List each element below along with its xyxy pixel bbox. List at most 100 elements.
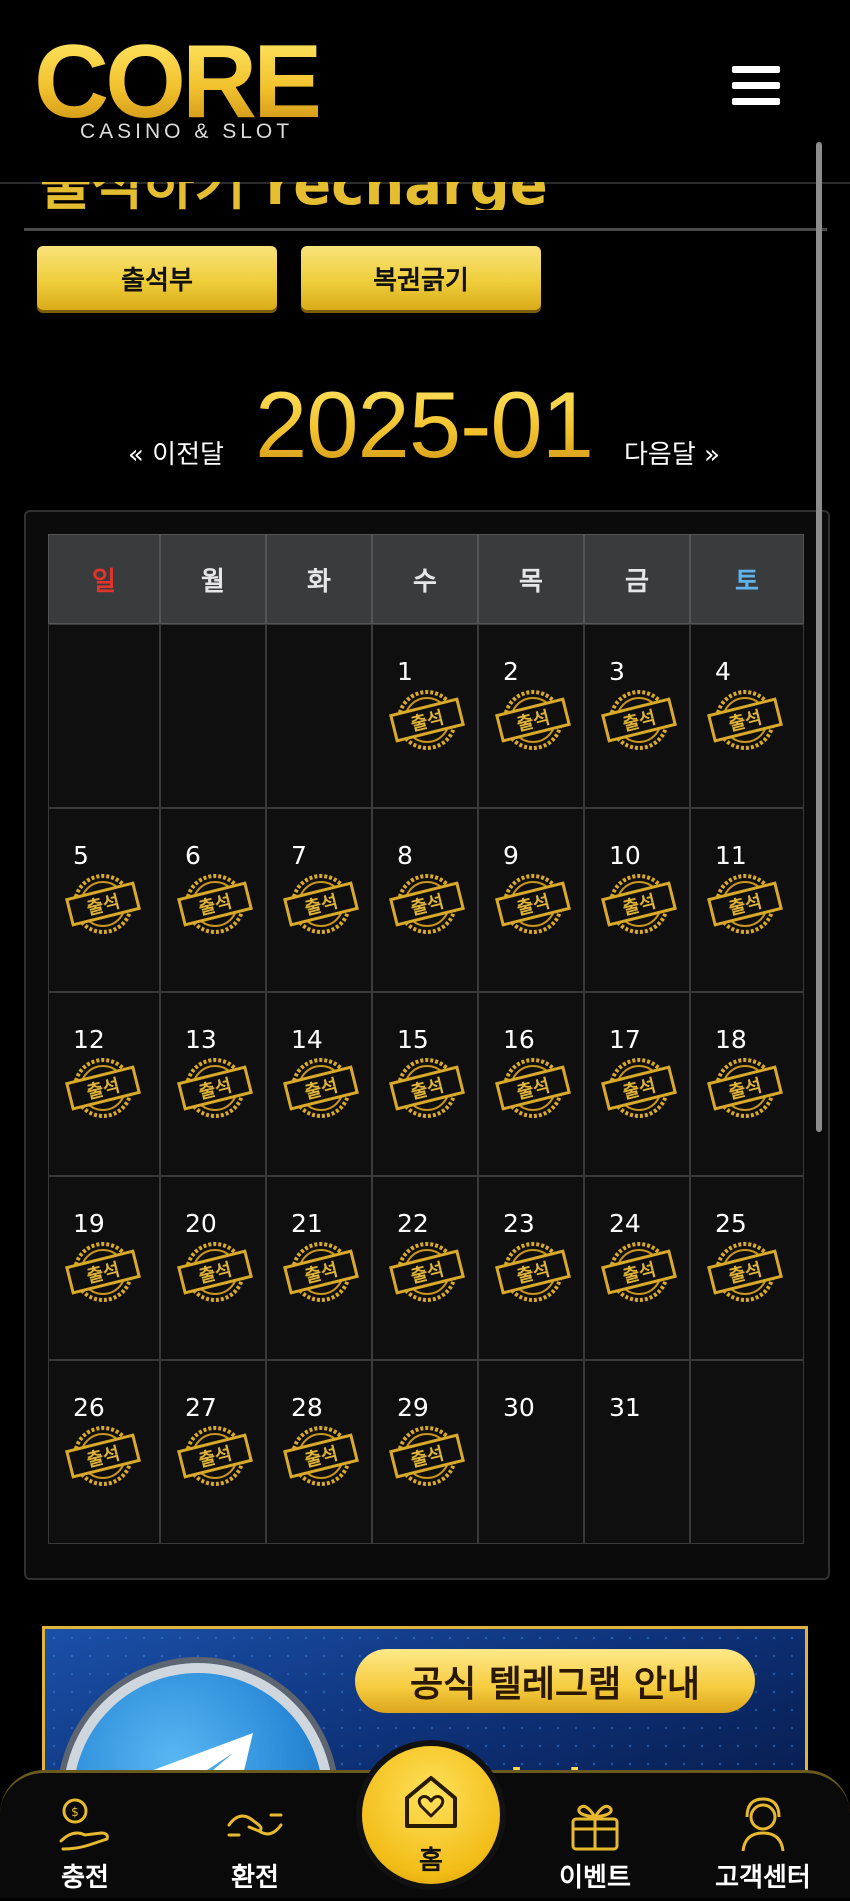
day-number: 23 <box>503 1209 535 1238</box>
calendar-day-cell[interactable]: 30 <box>478 1360 584 1544</box>
calendar-day-cell[interactable]: 13 출석 <box>160 992 266 1176</box>
calendar-day-cell[interactable]: 28 출석 <box>266 1360 372 1544</box>
prev-month-link[interactable]: « 이전달 <box>128 434 224 471</box>
day-number: 29 <box>397 1393 429 1422</box>
calendar-day-cell[interactable] <box>266 624 372 808</box>
calendar-day-cell[interactable]: 29 출석 <box>372 1360 478 1544</box>
attendance-stamp-icon: 출석 <box>601 871 677 937</box>
calendar-day-cell[interactable]: 31 <box>584 1360 690 1544</box>
nav-support-label: 고객센터 <box>715 1863 811 1893</box>
calendar-day-cell[interactable]: 3 출석 <box>584 624 690 808</box>
calendar-day-cell[interactable]: 15 출석 <box>372 992 478 1176</box>
calendar-day-cell[interactable]: 22 출석 <box>372 1176 478 1360</box>
day-number: 22 <box>397 1209 429 1238</box>
logo-subtitle: CASINO & SLOT <box>80 120 294 143</box>
calendar-day-cell[interactable]: 26 출석 <box>48 1360 160 1544</box>
banner-title: 공식 텔레그램 안내 <box>355 1649 755 1713</box>
tab-lottery-scratch[interactable]: 복권긁기 <box>301 246 541 310</box>
day-number: 25 <box>715 1209 747 1238</box>
attendance-stamp-icon: 출석 <box>707 1239 783 1305</box>
attendance-stamp-icon: 출석 <box>389 1239 465 1305</box>
attendance-stamp-icon: 출석 <box>283 871 359 937</box>
calendar-weekday-header: 일월화수목금토 <box>48 534 804 624</box>
day-number: 3 <box>609 657 625 686</box>
calendar-day-cell[interactable]: 18 출석 <box>690 992 804 1176</box>
support-icon <box>741 1797 785 1852</box>
attendance-stamp-icon: 출석 <box>65 871 141 937</box>
nav-withdraw-label: 환전 <box>231 1863 279 1893</box>
next-month-link[interactable]: 다음달 » <box>624 434 720 471</box>
calendar-day-cell[interactable]: 24 출석 <box>584 1176 690 1360</box>
weekday-header: 일 <box>48 534 160 624</box>
day-number: 27 <box>185 1393 217 1422</box>
calendar-day-cell[interactable]: 10 출석 <box>584 808 690 992</box>
calendar-day-cell[interactable]: 16 출석 <box>478 992 584 1176</box>
calendar-day-cell[interactable]: 12 출석 <box>48 992 160 1176</box>
nav-withdraw[interactable]: 환전 <box>180 1773 330 1901</box>
page-scrollbar[interactable] <box>816 142 822 1132</box>
calendar-day-cell[interactable]: 9 출석 <box>478 808 584 992</box>
calendar-day-cell[interactable]: 5 출석 <box>48 808 160 992</box>
calendar-day-cell[interactable]: 1 출석 <box>372 624 478 808</box>
attendance-stamp-icon: 출석 <box>389 1055 465 1121</box>
day-number: 24 <box>609 1209 641 1238</box>
weekday-header: 화 <box>266 534 372 624</box>
attendance-stamp-icon: 출석 <box>177 1423 253 1489</box>
day-number: 28 <box>291 1393 323 1422</box>
calendar-week-row: 26 출석 27 출석 28 출석 29 출석 30 31 <box>48 1360 804 1544</box>
weekday-header: 월 <box>160 534 266 624</box>
calendar-day-cell[interactable]: 11 출석 <box>690 808 804 992</box>
nav-deposit-label: 충전 <box>61 1863 109 1893</box>
attendance-stamp-icon: 출석 <box>707 1055 783 1121</box>
calendar-day-cell[interactable]: 14 출석 <box>266 992 372 1176</box>
site-header: CORE CASINO & SLOT <box>0 0 850 182</box>
calendar-day-cell[interactable]: 2 출석 <box>478 624 584 808</box>
nav-event-label: 이벤트 <box>559 1863 631 1893</box>
calendar-week-row: 12 출석 13 출석 14 출석 15 출석 16 출석 17 출석 18 출석 <box>48 992 804 1176</box>
day-number: 12 <box>73 1025 105 1054</box>
calendar-day-cell[interactable]: 6 출석 <box>160 808 266 992</box>
calendar-day-cell[interactable]: 4 출석 <box>690 624 804 808</box>
attendance-stamp-icon: 출석 <box>177 1239 253 1305</box>
calendar-day-cell[interactable]: 19 출석 <box>48 1176 160 1360</box>
attendance-stamp-icon: 출석 <box>283 1239 359 1305</box>
calendar-day-cell[interactable]: 25 출석 <box>690 1176 804 1360</box>
calendar-day-cell[interactable]: 27 출석 <box>160 1360 266 1544</box>
nav-event[interactable]: 이벤트 <box>520 1773 670 1901</box>
nav-home-button[interactable]: 홈 <box>356 1740 506 1890</box>
calendar-day-cell[interactable]: 17 출석 <box>584 992 690 1176</box>
calendar-day-cell[interactable]: 20 출석 <box>160 1176 266 1360</box>
tab-attendance[interactable]: 출석부 <box>37 246 277 310</box>
calendar-day-cell[interactable] <box>48 624 160 808</box>
day-number: 19 <box>73 1209 105 1238</box>
day-number: 14 <box>291 1025 323 1054</box>
day-number: 21 <box>291 1209 323 1238</box>
day-number: 13 <box>185 1025 217 1054</box>
calendar-day-cell[interactable]: 21 출석 <box>266 1176 372 1360</box>
site-logo[interactable]: CORE CASINO & SLOT <box>34 30 324 150</box>
day-number: 9 <box>503 841 519 870</box>
calendar-day-cell[interactable]: 7 출석 <box>266 808 372 992</box>
logo-text: CORE <box>34 24 322 140</box>
home-heart-icon <box>405 1776 457 1828</box>
svg-text:$: $ <box>71 1805 79 1819</box>
attendance-stamp-icon: 출석 <box>495 1055 571 1121</box>
hamburger-menu-icon[interactable] <box>730 62 786 110</box>
day-number: 15 <box>397 1025 429 1054</box>
attendance-stamp-icon: 출석 <box>495 871 571 937</box>
attendance-stamp-icon: 출석 <box>601 687 677 753</box>
day-number: 11 <box>715 841 747 870</box>
weekday-header: 수 <box>372 534 478 624</box>
calendar-day-cell[interactable]: 23 출석 <box>478 1176 584 1360</box>
nav-support[interactable]: 고객센터 <box>688 1773 838 1901</box>
calendar-week-row: 19 출석 20 출석 21 출석 22 출석 23 출석 24 출석 25 출석 <box>48 1176 804 1360</box>
calendar-day-cell[interactable] <box>160 624 266 808</box>
calendar-day-cell[interactable] <box>690 1360 804 1544</box>
attendance-stamp-icon: 출석 <box>389 1423 465 1489</box>
day-number: 2 <box>503 657 519 686</box>
day-number: 16 <box>503 1025 535 1054</box>
nav-deposit[interactable]: $ 충전 <box>10 1773 160 1901</box>
day-number: 5 <box>73 841 89 870</box>
calendar-day-cell[interactable]: 8 출석 <box>372 808 478 992</box>
title-divider <box>24 228 827 231</box>
